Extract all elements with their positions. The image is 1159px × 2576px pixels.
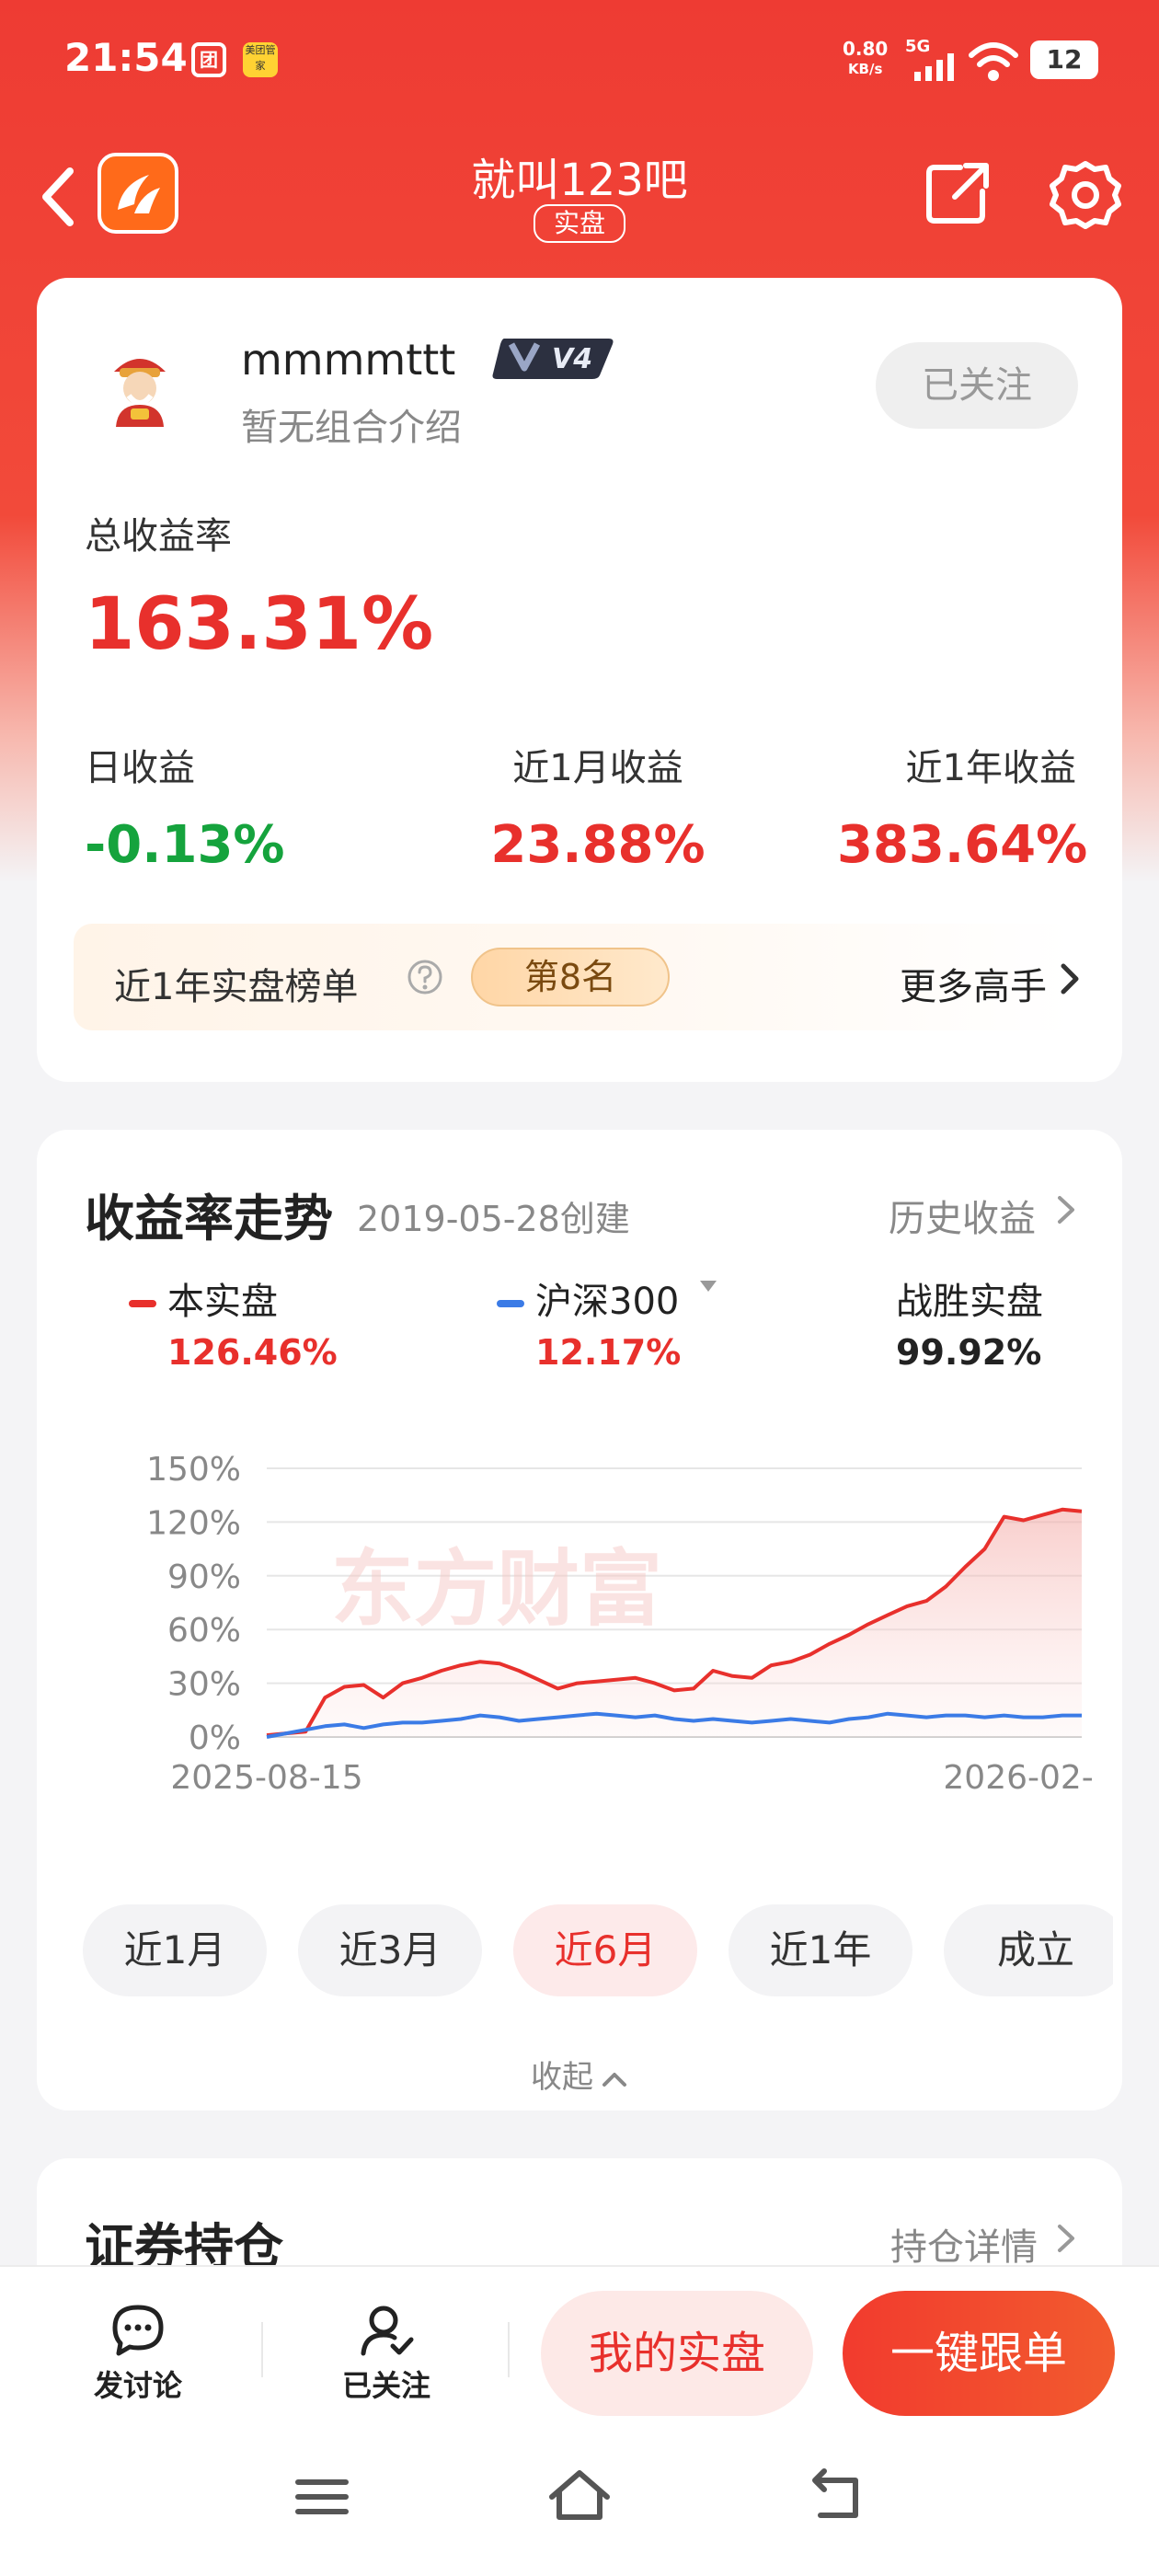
back-arrow-icon[interactable]: [33, 160, 88, 234]
total-return-value: 163.31%: [85, 583, 434, 666]
home-icon[interactable]: [543, 2460, 616, 2534]
discuss-label: 发讨论: [93, 2368, 182, 2403]
y-tick-label: 90%: [167, 1558, 241, 1596]
history-returns-link[interactable]: 历史收益: [889, 1189, 1036, 1242]
legend-portfolio-value: 126.46%: [167, 1332, 338, 1373]
chart-watermark: 东方财富: [331, 1541, 662, 1638]
period-since-inception[interactable]: 成立: [944, 1904, 1113, 1996]
benchmark-swatch: [497, 1300, 524, 1307]
back-icon[interactable]: [800, 2460, 874, 2534]
created-date: 2019-05-28创建: [357, 1199, 630, 1239]
period-6-months[interactable]: 近6月: [513, 1904, 697, 1996]
status-time: 21:54: [64, 35, 188, 80]
x-axis-start-label: 2025-08-15: [170, 1759, 362, 1792]
dropdown-triangle-icon[interactable]: [698, 1279, 718, 1294]
app-header: 就叫123吧 实盘: [0, 138, 1159, 267]
chat-bubble-icon: [112, 2305, 164, 2356]
holdings-detail-link[interactable]: 持仓详情: [890, 2217, 1038, 2271]
beat-label: 战胜实盘: [896, 1281, 1043, 1323]
period-1-month[interactable]: 近1月: [83, 1904, 267, 1996]
legend-beat: 战胜实盘 99.92%: [896, 1271, 1043, 1373]
chevron-up-icon: [602, 2072, 626, 2087]
status-bar: 21:54 团 美团管家 0.80 KB/s 5G 12: [0, 0, 1159, 120]
share-icon[interactable]: [924, 158, 992, 226]
profile-card: mmmmttt V4 暂无组合介绍 已关注 总收益率 163.31% 日收益 -…: [37, 278, 1122, 1082]
system-nav-bar: [0, 2416, 1159, 2576]
return-trend-card: 收益率走势 2019-05-28创建 历史收益 本实盘 126.46% 沪深30…: [37, 1130, 1122, 2110]
network-speed: 0.80 KB/s: [843, 38, 889, 77]
discuss-button[interactable]: 发讨论: [46, 2304, 230, 2405]
y-tick-label: 120%: [146, 1504, 241, 1542]
total-return-label: 总收益率: [85, 515, 232, 558]
live-account-tag: 实盘: [534, 204, 625, 243]
month-return-label: 近1月收益: [512, 747, 683, 789]
my-account-button[interactable]: 我的实盘: [541, 2291, 813, 2416]
x-axis-end-label: 2026-02-11: [943, 1759, 1095, 1792]
month-return-stat: 近1月收益 23.88%: [488, 738, 708, 875]
divider: [261, 2322, 263, 2377]
wifi-icon: [969, 42, 1018, 81]
y-tick-label: 150%: [146, 1451, 241, 1489]
followed-button[interactable]: 已关注: [876, 342, 1078, 429]
logo-mark-icon: [118, 175, 160, 213]
gear-icon[interactable]: [1049, 158, 1122, 232]
followed-tab-label: 已关注: [341, 2368, 430, 2403]
chart-y-ticks: 150% 120% 90% 60% 30% 0%: [146, 1451, 241, 1757]
month-return-value: 23.88%: [490, 815, 706, 875]
legend-portfolio-name: 本实盘: [167, 1281, 278, 1323]
period-1-year[interactable]: 近1年: [729, 1904, 912, 1996]
period-3-months[interactable]: 近3月: [298, 1904, 482, 1996]
daily-return-stat: 日收益 -0.13%: [85, 738, 285, 875]
legend-benchmark-name: 沪深300: [535, 1281, 680, 1323]
holdings-card: 证券持仓 持仓详情: [37, 2158, 1122, 2278]
menu-icon[interactable]: [285, 2460, 359, 2534]
legend-benchmark-value: 12.17%: [535, 1332, 682, 1373]
return-trend-chart[interactable]: 150% 120% 90% 60% 30% 0% 东方财富 2025-08-15 2026…: [92, 1424, 1095, 1792]
bottom-action-bar: 发讨论 已关注 我的实盘 一键跟单: [0, 2265, 1159, 2416]
year-return-label: 近1年收益: [905, 747, 1076, 789]
chevron-right-icon: [1061, 963, 1079, 995]
chevron-right-icon: [1058, 1196, 1074, 1224]
y-tick-label: 0%: [189, 1719, 241, 1757]
svg-text:V4: V4: [552, 343, 592, 375]
one-click-follow-button[interactable]: 一键跟单: [843, 2291, 1115, 2416]
daily-return-value: -0.13%: [85, 815, 285, 875]
battery-indicator: 12: [1030, 40, 1098, 79]
legend-benchmark[interactable]: 沪深300 12.17%: [497, 1271, 718, 1373]
year-return-value: 383.64%: [837, 815, 1088, 875]
help-icon[interactable]: [407, 959, 443, 995]
meituan-app-icon: 美团管家: [243, 42, 278, 77]
vip-level-badge: V4: [492, 339, 614, 379]
user-name[interactable]: mmmmttt: [241, 335, 455, 385]
ranking-banner[interactable]: 近1年实盘榜单 第8名 更多高手: [74, 924, 1079, 1030]
notification-app-icon: 团: [191, 42, 226, 77]
avatar[interactable]: [94, 339, 186, 431]
legend-portfolio: 本实盘 126.46%: [129, 1271, 338, 1373]
y-tick-label: 30%: [167, 1666, 241, 1704]
more-experts-link[interactable]: 更多高手: [900, 957, 1047, 1010]
chevron-right-icon: [1058, 2225, 1074, 2252]
user-check-icon: [361, 2306, 414, 2356]
beat-value: 99.92%: [896, 1332, 1042, 1373]
ranking-label: 近1年实盘榜单: [114, 966, 359, 1008]
collapse-toggle[interactable]: 收起: [37, 2052, 1122, 2097]
daily-return-label: 日收益: [85, 747, 195, 789]
divider: [508, 2322, 510, 2377]
trend-title: 收益率走势: [85, 1190, 333, 1248]
year-return-stat: 近1年收益 383.64%: [837, 738, 1088, 875]
signal-icon: [914, 53, 954, 81]
y-tick-label: 60%: [167, 1612, 241, 1650]
portfolio-title: 就叫123吧: [471, 155, 688, 206]
collapse-label: 收起: [531, 2059, 593, 2096]
portfolio-swatch: [129, 1300, 156, 1307]
app-logo: [98, 153, 178, 234]
followed-tab-button[interactable]: 已关注: [294, 2304, 478, 2405]
portfolio-intro: 暂无组合介绍: [241, 407, 462, 449]
rank-badge: 第8名: [471, 948, 670, 1006]
period-selector: 近1月 近3月 近6月 近1年 成立: [83, 1904, 1113, 2006]
